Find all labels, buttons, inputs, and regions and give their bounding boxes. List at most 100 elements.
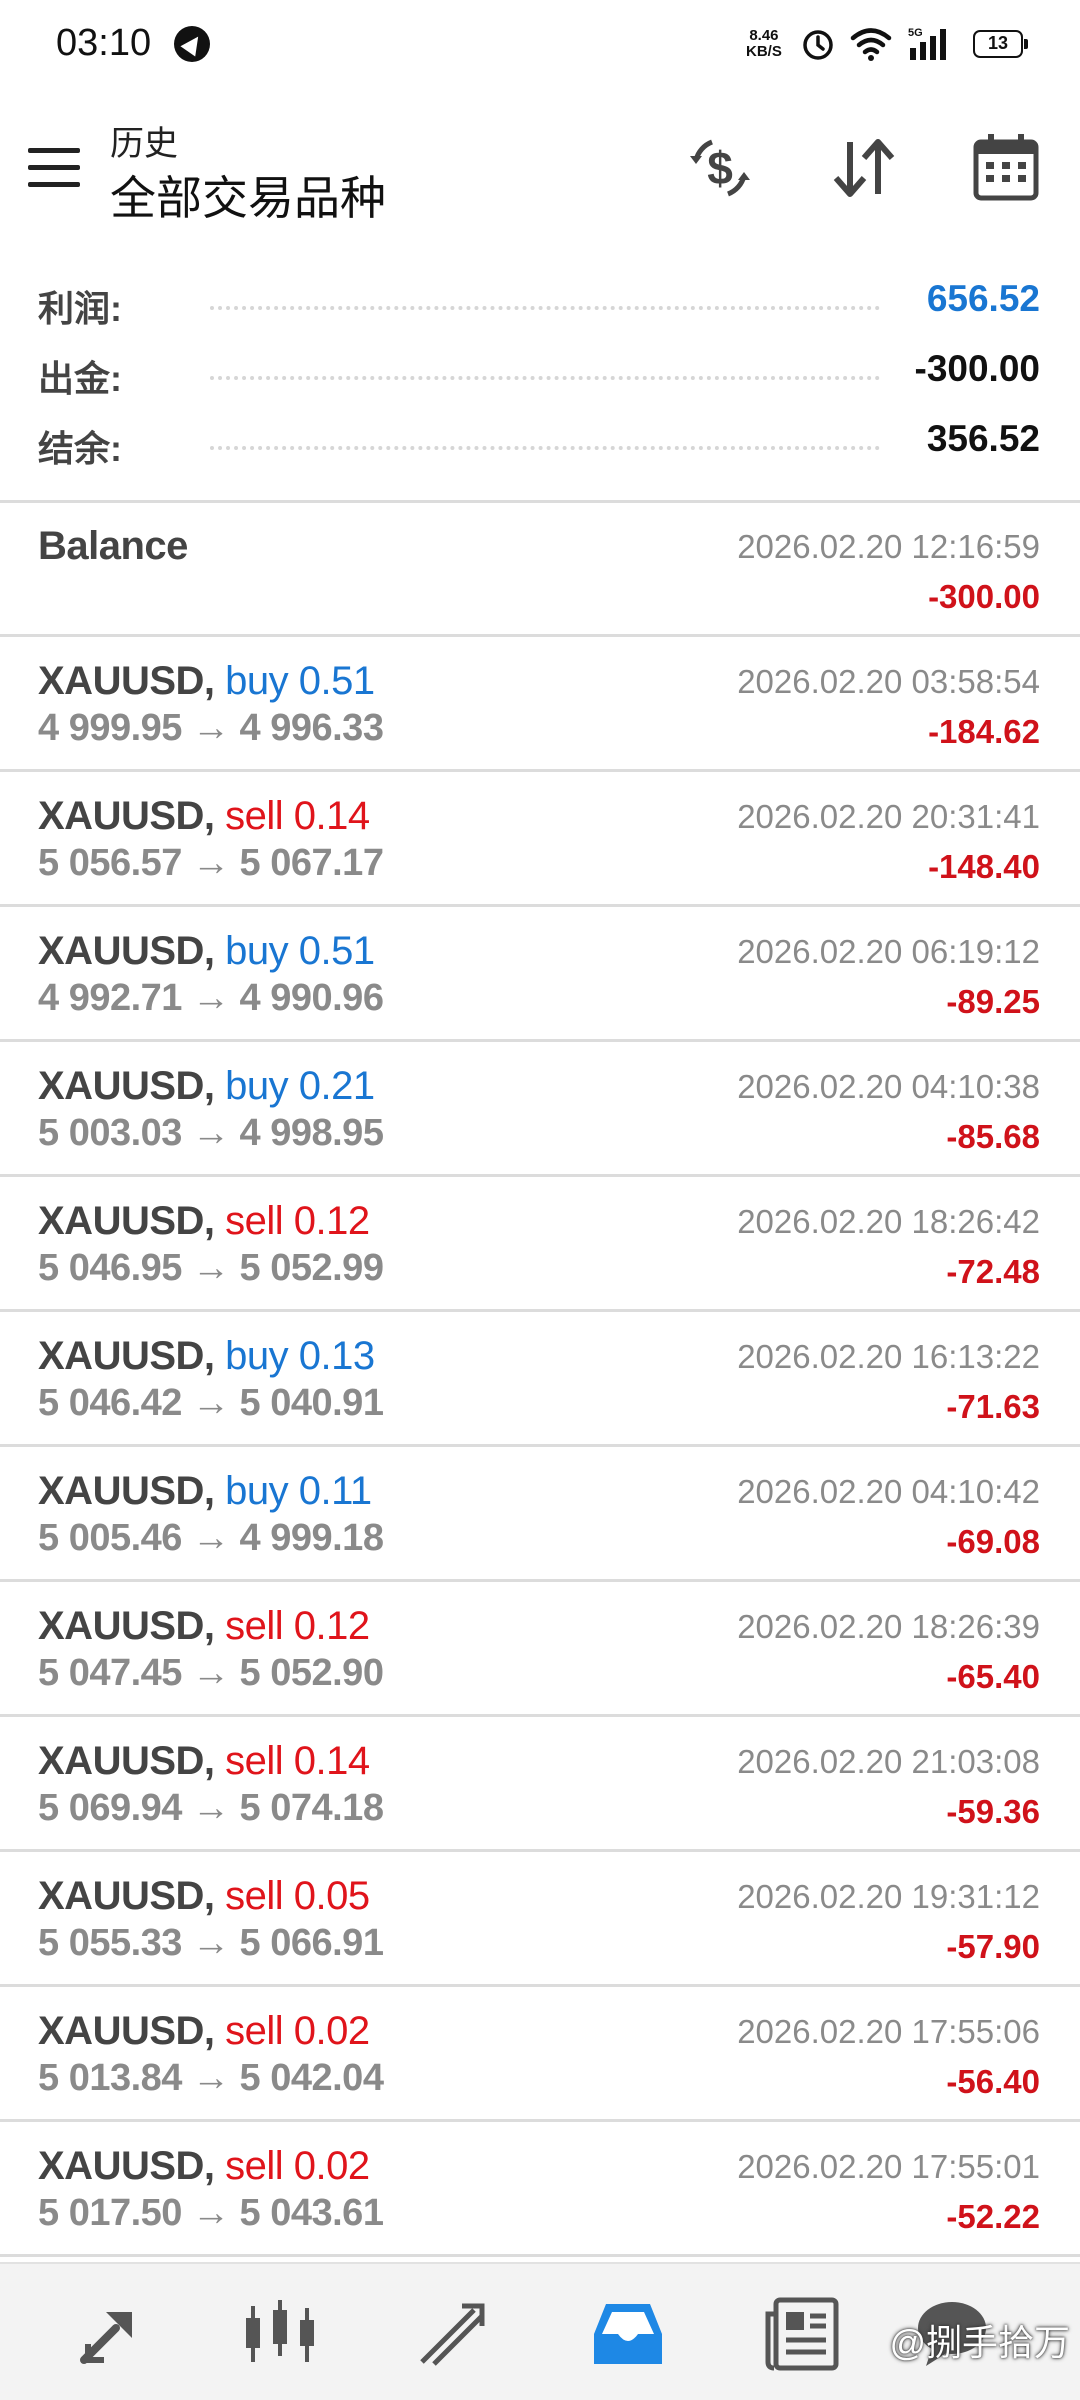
network-speed: 8.46 KB/S: [746, 28, 782, 60]
trade-row[interactable]: XAUUSD, sell 0.02 5 017.50 → 5 043.61 2026…: [0, 2122, 1080, 2257]
trade-prices: 5 069.94 → 5 074.18: [38, 1787, 384, 1829]
balance-row: 结余: 356.52: [0, 410, 1080, 470]
trade-profit: -148.40: [928, 848, 1040, 885]
trade-symbol-text: XAUUSD,: [38, 1874, 215, 1918]
status-time: 03:10: [56, 22, 152, 64]
calendar-icon[interactable]: [968, 130, 1044, 206]
profit-label: 利润:: [38, 288, 122, 329]
trade-direction-volume: sell 0.14: [225, 794, 370, 838]
trade-symbol-text: XAUUSD,: [38, 929, 215, 973]
trade-prices: 5 046.95 → 5 052.99: [38, 1247, 384, 1289]
trade-symbol-text: XAUUSD,: [38, 1469, 215, 1513]
balance-label: 结余:: [38, 428, 122, 469]
trade-time: 2026.02.20 18:26:39: [737, 1608, 1040, 1645]
app-header: 历史 全部交易品种 $: [0, 90, 1080, 240]
trade-symbol-text: XAUUSD,: [38, 659, 215, 703]
dotted-leader: [210, 306, 880, 310]
header-title[interactable]: 全部交易品种: [110, 162, 386, 228]
trade-time: 2026.02.20 21:03:08: [737, 1743, 1040, 1780]
trade-profit: -69.08: [946, 1523, 1040, 1560]
trade-symbol-text: XAUUSD,: [38, 794, 215, 838]
withdraw-row: 出金: -300.00: [0, 340, 1080, 400]
trade-symbol: XAUUSD, sell 0.05: [38, 1874, 370, 1919]
trade-time: 2026.02.20 19:31:12: [737, 1878, 1040, 1915]
trade-symbol: XAUUSD, buy 0.21: [38, 1064, 375, 1109]
trade-profit: -52.22: [946, 2198, 1040, 2235]
trade-direction-volume: buy 0.13: [225, 1334, 375, 1378]
trade-direction-volume: sell 0.12: [225, 1604, 370, 1648]
dotted-leader: [210, 376, 880, 380]
sort-icon[interactable]: [826, 130, 902, 206]
trade-symbol-text: XAUUSD,: [38, 1334, 215, 1378]
trade-symbol-text: XAUUSD,: [38, 1739, 215, 1783]
trade-row[interactable]: XAUUSD, buy 0.13 5 046.42 → 5 040.91 2026.…: [0, 1312, 1080, 1447]
trade-profit: -72.48: [946, 1253, 1040, 1290]
trade-row[interactable]: XAUUSD, sell 0.05 5 055.33 → 5 066.91 2026…: [0, 1852, 1080, 1987]
balance-value: 356.52: [926, 418, 1040, 459]
wifi-icon: [850, 28, 892, 61]
trade-profit: -89.25: [946, 983, 1040, 1020]
trade-time: 2026.02.20 17:55:06: [737, 2013, 1040, 2050]
trade-row[interactable]: XAUUSD, buy 0.51 4 992.71 → 4 990.96 2026.…: [0, 907, 1080, 1042]
trade-symbol: XAUUSD, sell 0.02: [38, 2144, 370, 2189]
quotes-icon[interactable]: [70, 2294, 150, 2374]
trade-time: 2026.02.20 06:19:12: [737, 933, 1040, 970]
trade-prices: 5 046.42 → 5 040.91: [38, 1382, 384, 1424]
chart-icon[interactable]: [240, 2294, 320, 2374]
trade-time: 2026.02.20 03:58:54: [737, 663, 1040, 700]
trade-time: 2026.02.20 18:26:42: [737, 1203, 1040, 1240]
alarm-icon: [803, 30, 833, 60]
menu-icon[interactable]: [28, 148, 80, 188]
trade-profit: -57.90: [946, 1928, 1040, 1965]
trade-symbol: XAUUSD, sell 0.12: [38, 1604, 370, 1649]
trade-direction-volume: sell 0.02: [225, 2009, 370, 2053]
trade-prices: 4 992.71 → 4 990.96: [38, 977, 384, 1019]
trade-profit: -184.62: [928, 713, 1040, 750]
withdraw-label: 出金:: [38, 358, 122, 399]
balance-entry-label: Balance: [38, 524, 188, 568]
trade-row[interactable]: XAUUSD, buy 0.21 5 003.03 → 4 998.95 2026.…: [0, 1042, 1080, 1177]
news-icon[interactable]: [762, 2294, 842, 2374]
trade-time: 2026.02.20 16:13:22: [737, 1338, 1040, 1375]
trade-prices: 5 047.45 → 5 052.90: [38, 1652, 384, 1694]
history-icon[interactable]: [588, 2294, 668, 2374]
profit-value: 656.52: [926, 278, 1040, 319]
trade-prices: 5 056.57 → 5 067.17: [38, 842, 384, 884]
trade-row[interactable]: XAUUSD, sell 0.12 5 047.45 → 5 052.90 2026…: [0, 1582, 1080, 1717]
trade-symbol: XAUUSD, sell 0.14: [38, 1739, 370, 1784]
trade-direction-volume: buy 0.51: [225, 929, 375, 973]
trade-row[interactable]: XAUUSD, buy 0.51 4 999.95 → 4 996.33 2026.…: [0, 637, 1080, 772]
currency-exchange-icon[interactable]: $: [682, 130, 758, 206]
trade-icon[interactable]: [414, 2294, 494, 2374]
row-divider: [0, 2254, 1080, 2257]
trade-symbol-text: XAUUSD,: [38, 2009, 215, 2053]
balance-entry-time: 2026.02.20 12:16:59: [737, 528, 1040, 565]
trade-direction-volume: buy 0.51: [225, 659, 375, 703]
trade-profit: -59.36: [946, 1793, 1040, 1830]
trade-direction-volume: sell 0.05: [225, 1874, 370, 1918]
trade-prices: 5 005.46 → 4 999.18: [38, 1517, 384, 1559]
trade-symbol-text: XAUUSD,: [38, 1199, 215, 1243]
trade-row[interactable]: XAUUSD, sell 0.14 5 069.94 → 5 074.18 2026…: [0, 1717, 1080, 1852]
trade-direction-volume: sell 0.12: [225, 1199, 370, 1243]
trade-prices: 5 013.84 → 5 042.04: [38, 2057, 384, 2099]
trade-symbol: XAUUSD, buy 0.51: [38, 929, 375, 974]
trade-row[interactable]: XAUUSD, buy 0.11 5 005.46 → 4 999.18 2026.…: [0, 1447, 1080, 1582]
trade-row[interactable]: XAUUSD, sell 0.02 5 013.84 → 5 042.04 2026…: [0, 1987, 1080, 2122]
svg-text:$: $: [707, 142, 733, 194]
trade-direction-volume: sell 0.14: [225, 1739, 370, 1783]
trade-profit: -56.40: [946, 2063, 1040, 2100]
trade-symbol: XAUUSD, buy 0.13: [38, 1334, 375, 1379]
trade-symbol: XAUUSD, buy 0.51: [38, 659, 375, 704]
balance-entry-amount: -300.00: [928, 578, 1040, 615]
trade-symbol: XAUUSD, buy 0.11: [38, 1469, 372, 1514]
trade-symbol: XAUUSD, sell 0.02: [38, 2009, 370, 2054]
watermark: @捌手拾万: [889, 2322, 1070, 2363]
balance-entry[interactable]: Balance 2026.02.20 12:16:59 -300.00: [0, 502, 1080, 637]
trade-row[interactable]: XAUUSD, sell 0.12 5 046.95 → 5 052.99 2026…: [0, 1177, 1080, 1312]
trade-symbol-text: XAUUSD,: [38, 1064, 215, 1108]
trade-profit: -65.40: [946, 1658, 1040, 1695]
trade-row[interactable]: XAUUSD, sell 0.14 5 056.57 → 5 067.17 2026…: [0, 772, 1080, 907]
trade-profit: -71.63: [946, 1388, 1040, 1425]
trade-direction-volume: buy 0.11: [225, 1469, 372, 1513]
